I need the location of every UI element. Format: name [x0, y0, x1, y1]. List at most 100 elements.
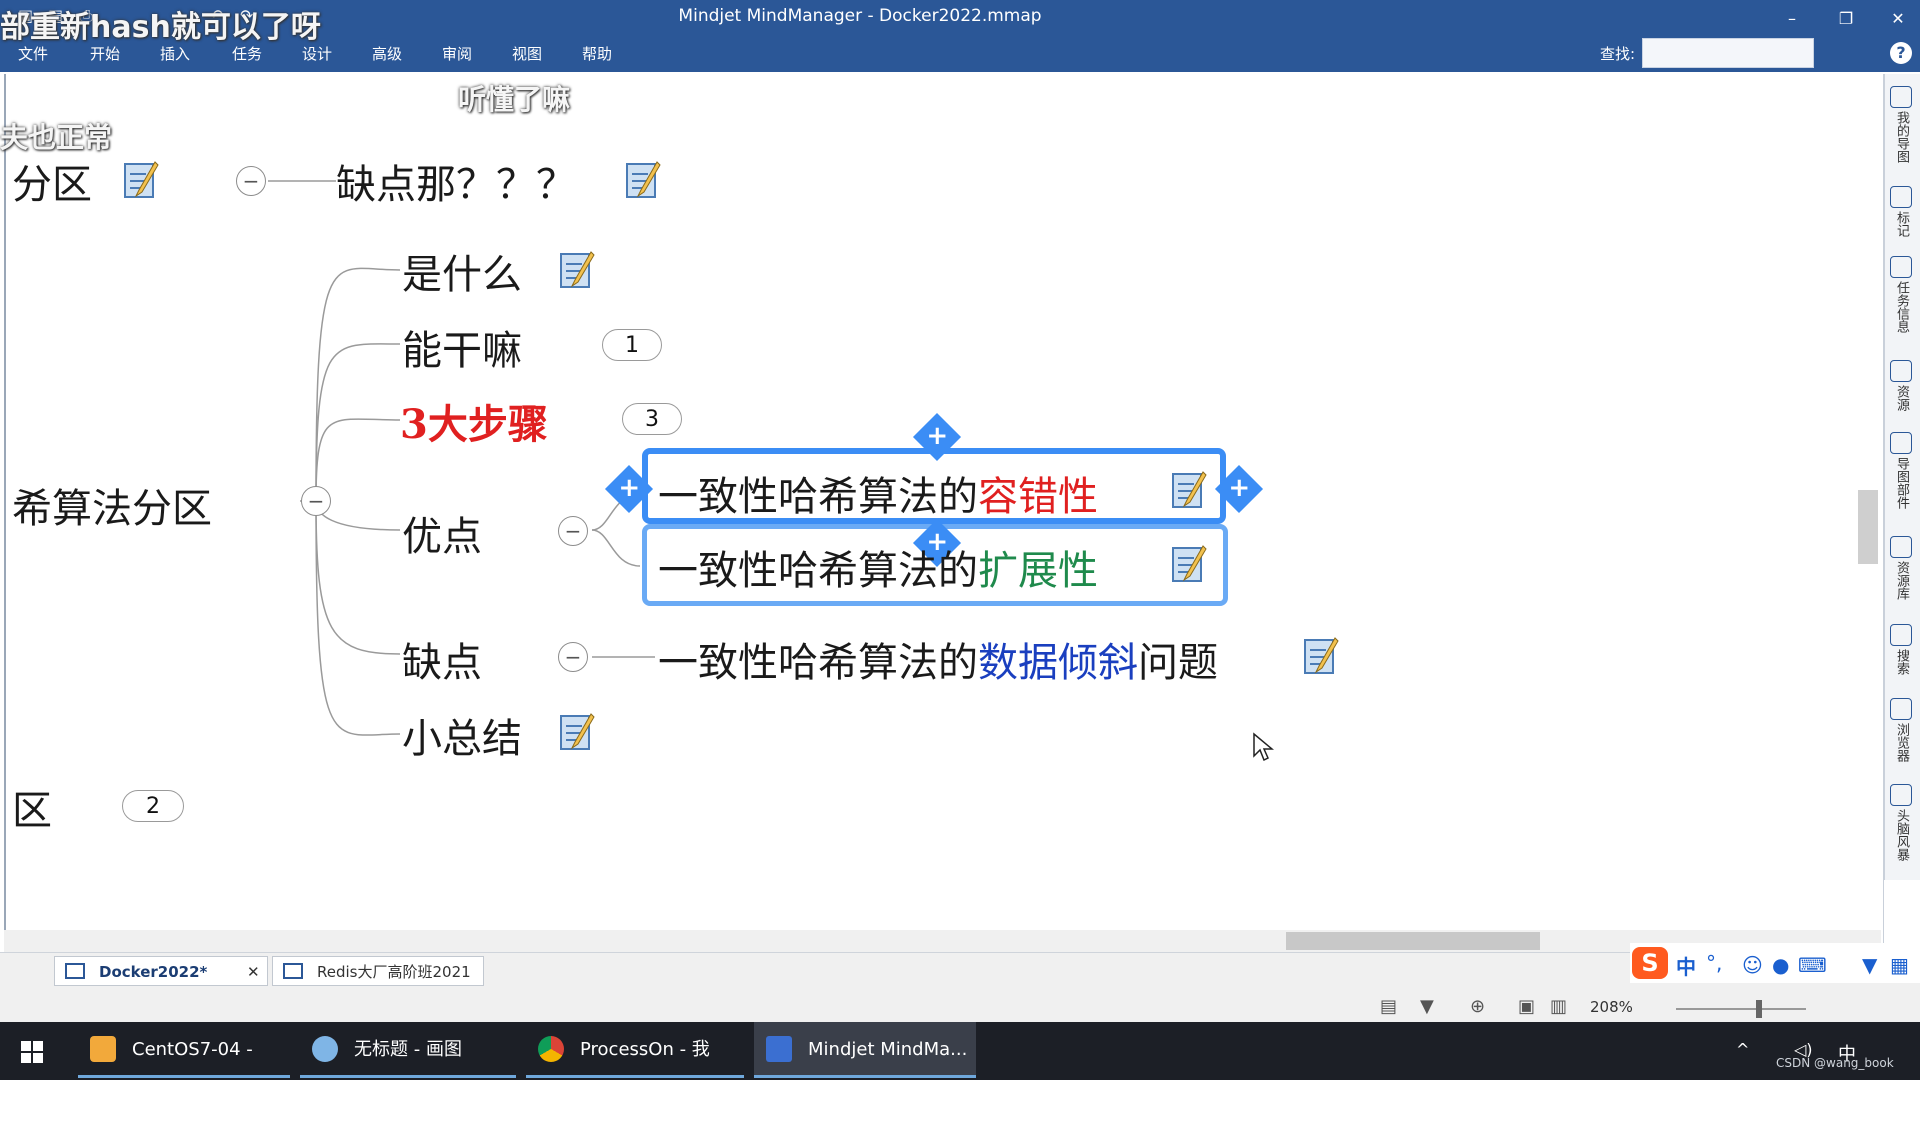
- note-icon[interactable]: [1170, 544, 1208, 584]
- doc-tab-redis[interactable]: Redis大厂高阶班2021: [272, 956, 484, 986]
- topic-partition-last[interactable]: 区: [12, 778, 52, 836]
- topic-scalability[interactable]: 一致性哈希算法的扩展性: [658, 538, 1098, 596]
- video-subtitle: 听懂了嘛: [458, 83, 571, 116]
- ime-toolbar: S 中 °, ☺ ● ⌨ ▼ ▦: [1630, 943, 1920, 983]
- emoji-icon[interactable]: ☺: [1742, 953, 1763, 977]
- taskbar-item-vmware[interactable]: CentOS7-04 - VM...: [78, 1022, 290, 1116]
- mindmap-file-icon: [65, 963, 85, 979]
- side-tab-map-parts[interactable]: 导图部件: [1886, 432, 1916, 513]
- highlight-scalability: 扩展性: [978, 548, 1098, 594]
- note-icon[interactable]: [624, 160, 662, 200]
- ime-punct-indicator[interactable]: °,: [1706, 951, 1722, 975]
- keyboard-icon[interactable]: ⌨: [1798, 953, 1827, 977]
- taskbar-item-mindmanager[interactable]: Mindjet MindMa...: [754, 1022, 976, 1078]
- tab-advanced[interactable]: 高级: [372, 43, 402, 64]
- collapse-toggle[interactable]: −: [558, 516, 588, 546]
- skin-icon[interactable]: ▼: [1862, 953, 1877, 977]
- collapse-toggle[interactable]: −: [301, 486, 331, 516]
- tab-home[interactable]: 开始: [90, 43, 120, 64]
- highlight-data-skew: 数据倾斜: [978, 640, 1138, 686]
- doc-tab-docker2022[interactable]: Docker2022* ✕: [54, 956, 268, 986]
- tab-insert[interactable]: 插入: [160, 43, 190, 64]
- note-icon[interactable]: [122, 160, 160, 200]
- ime-mode-indicator[interactable]: 中: [1676, 951, 1696, 980]
- taskbar-item-paint[interactable]: 无标题 - 画图: [300, 1022, 516, 1078]
- close-tab-icon[interactable]: ✕: [247, 957, 260, 987]
- side-tab-search[interactable]: 搜索: [1886, 624, 1916, 679]
- side-tab-markers[interactable]: 标记: [1886, 186, 1916, 241]
- search-input[interactable]: [1642, 38, 1814, 68]
- side-tab-my-maps[interactable]: 我的导图: [1886, 86, 1916, 167]
- lightbulb-icon: [1890, 784, 1912, 806]
- horizontal-scrollbar-thumb[interactable]: [1286, 932, 1540, 950]
- topic-what-for[interactable]: 能干嘛: [402, 318, 522, 376]
- paint-icon: [312, 1036, 338, 1062]
- topic-disadvantages[interactable]: 缺点: [402, 630, 482, 688]
- map-icon: [1890, 86, 1912, 108]
- restore-button[interactable]: ❐: [1826, 4, 1866, 34]
- video-subtitle: 部重新hash就可以了呀: [0, 10, 321, 45]
- note-icon[interactable]: [558, 250, 596, 290]
- zoom-slider-thumb[interactable]: [1756, 1000, 1762, 1018]
- tab-file[interactable]: 文件: [18, 43, 48, 64]
- parts-icon: [1890, 432, 1912, 454]
- taskbar-item-chrome[interactable]: ProcessOn - 我的...: [526, 1022, 744, 1116]
- zoom-slider[interactable]: [1676, 1008, 1806, 1010]
- library-icon: [1890, 536, 1912, 558]
- tab-view[interactable]: 视图: [512, 43, 542, 64]
- note-icon[interactable]: [1170, 470, 1208, 510]
- topic-partition-partial[interactable]: 分区: [12, 152, 92, 210]
- windows-start-icon[interactable]: [20, 1040, 44, 1064]
- tab-design[interactable]: 设计: [302, 43, 332, 64]
- microphone-icon[interactable]: ●: [1772, 953, 1789, 977]
- filter-icon[interactable]: ▼: [1420, 996, 1434, 1017]
- topic-three-steps[interactable]: 3大步骤: [400, 392, 548, 450]
- note-icon[interactable]: [558, 712, 596, 752]
- search-label: 查找:: [1600, 45, 1636, 63]
- side-tab-library[interactable]: 资源库: [1886, 536, 1916, 604]
- mouse-cursor: [1253, 732, 1274, 762]
- globe-icon: [1890, 698, 1912, 720]
- topic-main-hash-partition[interactable]: 希算法分区: [12, 476, 212, 534]
- toolbox-icon[interactable]: ▦: [1890, 953, 1909, 977]
- person-icon: [1890, 360, 1912, 382]
- chrome-icon: [538, 1036, 564, 1062]
- topic-advantages[interactable]: 优点: [402, 504, 482, 562]
- mindmap-file-icon: [283, 963, 303, 979]
- topic-data-skew[interactable]: 一致性哈希算法的数据倾斜问题: [658, 630, 1218, 688]
- vmware-icon: [90, 1036, 116, 1062]
- tab-review[interactable]: 审阅: [442, 43, 472, 64]
- topic-what-is[interactable]: 是什么: [402, 242, 522, 300]
- vertical-scrollbar-thumb[interactable]: [1858, 490, 1878, 564]
- video-subtitle: 夫也正常: [0, 121, 113, 154]
- horizontal-scrollbar[interactable]: [4, 930, 1881, 952]
- tab-task[interactable]: 任务: [232, 43, 262, 64]
- topic-fault-tolerance[interactable]: 一致性哈希算法的容错性: [658, 464, 1098, 522]
- layout-icon[interactable]: ⊕: [1470, 996, 1485, 1017]
- note-icon[interactable]: [1302, 636, 1340, 676]
- collapse-toggle[interactable]: −: [236, 166, 266, 196]
- topic-shortcoming-question[interactable]: 缺点那？？？: [336, 152, 576, 210]
- side-tab-brainstorm[interactable]: 头脑风暴: [1886, 784, 1916, 865]
- mindmanager-icon: [766, 1036, 792, 1062]
- close-button[interactable]: ✕: [1878, 4, 1918, 34]
- side-tab-browser[interactable]: 浏览器: [1886, 698, 1916, 766]
- minimize-button[interactable]: –: [1772, 4, 1812, 34]
- highlight-fault-tolerance: 容错性: [978, 474, 1098, 520]
- sogou-ime-icon[interactable]: S: [1632, 947, 1668, 979]
- collapsed-count-badge[interactable]: 1: [602, 329, 662, 361]
- clock-icon: [1890, 256, 1912, 278]
- collapse-toggle[interactable]: −: [558, 642, 588, 672]
- topic-summary[interactable]: 小总结: [402, 706, 522, 764]
- outline-icon[interactable]: ▥: [1550, 996, 1567, 1017]
- page-icon[interactable]: ▤: [1380, 996, 1397, 1017]
- tab-help[interactable]: 帮助: [582, 43, 612, 64]
- side-tab-task-info[interactable]: 任务信息: [1886, 256, 1916, 337]
- collapsed-count-badge[interactable]: 3: [622, 403, 682, 435]
- help-icon[interactable]: ?: [1890, 42, 1912, 64]
- collapsed-count-badge[interactable]: 2: [122, 790, 184, 822]
- watermark-text: CSDN @wang_book: [1776, 1056, 1894, 1070]
- side-tab-resources[interactable]: 资源: [1886, 360, 1916, 415]
- tray-chevron-icon[interactable]: ^: [1736, 1040, 1749, 1059]
- view-icon[interactable]: ▣: [1518, 996, 1535, 1017]
